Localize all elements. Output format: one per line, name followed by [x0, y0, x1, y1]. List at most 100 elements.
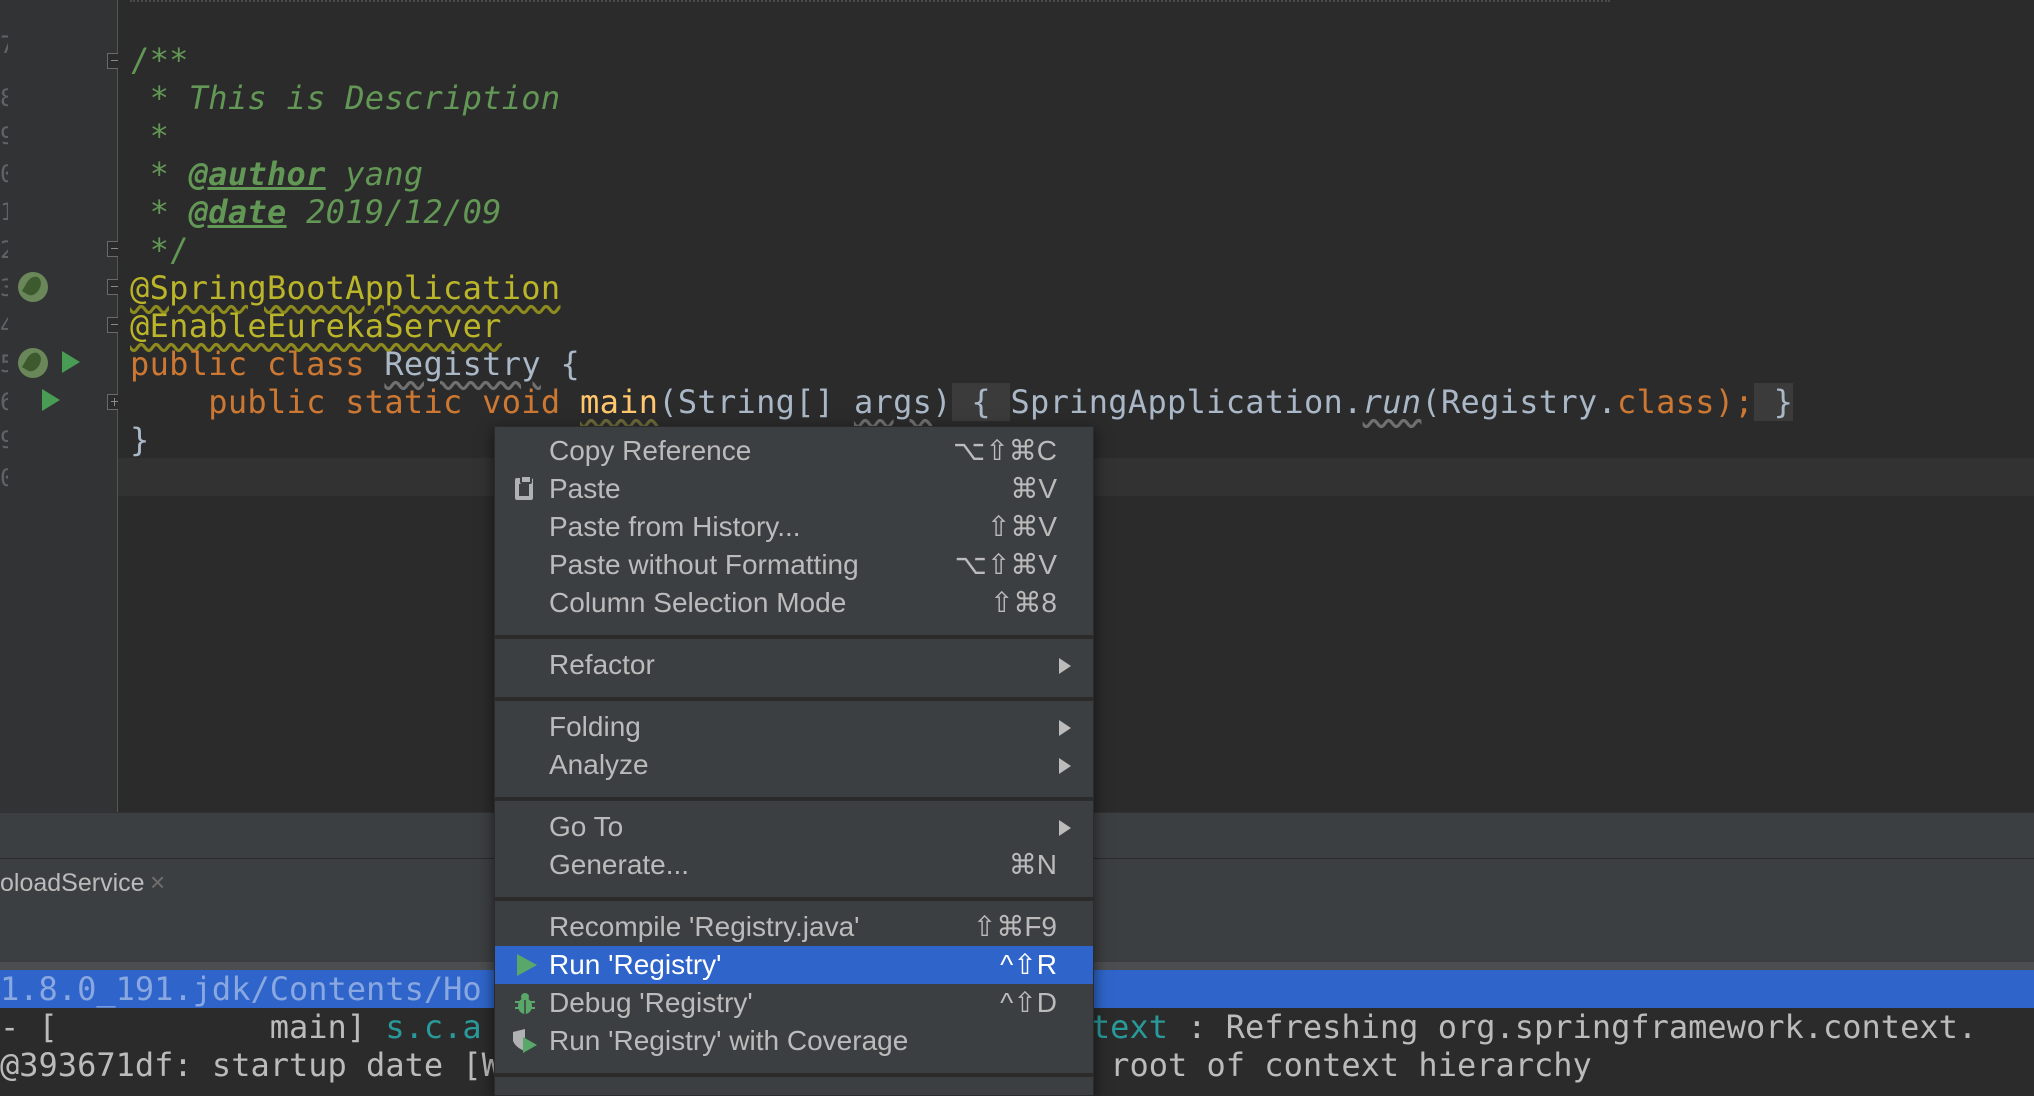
submenu-arrow-icon: [1059, 658, 1071, 674]
line-number: 2: [0, 236, 8, 264]
menu-separator: [495, 635, 1093, 639]
line-number: 0: [0, 464, 8, 492]
javadoc-prefix: *: [130, 155, 189, 193]
code-text: SpringApplication.: [1010, 383, 1363, 421]
line-number: 0: [0, 160, 8, 188]
menu-separator: [495, 697, 1093, 701]
editor-context-menu: Copy Reference ⌥⇧⌘C Paste ⌘V Paste from …: [494, 426, 1094, 1096]
annotation-enableeurekaserver: @EnableEurekaServer: [130, 307, 502, 345]
menu-item-folding[interactable]: Folding: [495, 708, 1093, 746]
class-name: Registry: [384, 345, 541, 383]
javadoc-description: * This is Description: [130, 79, 561, 117]
menu-item-label: Paste without Formatting: [549, 549, 859, 580]
menu-item-paste-from-history[interactable]: Paste from History... ⇧⌘V: [495, 508, 1093, 546]
menu-separator: [495, 1073, 1093, 1077]
menu-item-label: Recompile 'Registry.java': [549, 911, 860, 942]
console-text: root of context hierarchy: [1090, 1046, 1592, 1084]
menu-item-label: Column Selection Mode: [549, 587, 847, 618]
javadoc-prefix: *: [130, 193, 189, 231]
console-text: @393671df: startup date [W: [0, 1046, 501, 1084]
keyword: public static void: [130, 383, 581, 421]
line-number: 5: [0, 350, 8, 378]
params: (String[]: [658, 383, 854, 421]
run-gutter-icon[interactable]: [42, 389, 60, 411]
keyword: public class: [130, 345, 385, 383]
line-number: 1: [0, 198, 8, 226]
code-line[interactable]: }: [130, 421, 150, 459]
run-gutter-icon[interactable]: [62, 351, 80, 373]
keyword: class: [1617, 383, 1715, 421]
submenu-arrow-icon: [1059, 820, 1071, 836]
menu-item-run[interactable]: Run 'Registry' ^⇧R: [495, 946, 1093, 984]
line-number: 8: [0, 84, 8, 112]
javadoc-close: */: [130, 231, 189, 269]
menu-item-shortcut: ⇧⌘F9: [972, 911, 1057, 942]
code-text: );: [1714, 383, 1754, 421]
menu-item-generate[interactable]: Generate... ⌘N: [495, 846, 1093, 884]
console-line: 1.8.0_191.jdk/Contents/Ho: [0, 970, 482, 1008]
code-line[interactable]: @SpringBootApplication: [130, 269, 560, 307]
line-number: 9: [0, 122, 8, 150]
submenu-arrow-icon: [1059, 758, 1071, 774]
javadoc-date-tag: @date: [188, 193, 287, 231]
separator: [130, 0, 1610, 4]
code-line[interactable]: /**: [130, 41, 189, 79]
menu-item-go-to[interactable]: Go To: [495, 808, 1093, 846]
debug-icon: [515, 993, 535, 1014]
console-logger: s.c.a: [385, 1008, 482, 1046]
code-line[interactable]: @EnableEurekaServer: [130, 307, 502, 345]
menu-item-shortcut: ^⇧R: [1000, 949, 1057, 980]
folded-region-end[interactable]: }: [1754, 383, 1794, 421]
menu-item-run-with-coverage[interactable]: Run 'Registry' with Coverage: [495, 1022, 1093, 1060]
code-line[interactable]: public class Registry {: [130, 345, 580, 383]
brace: }: [130, 421, 150, 459]
line-number: 7: [0, 31, 8, 59]
paste-icon: [515, 475, 533, 500]
menu-item-label: Run 'Registry' with Coverage: [549, 1025, 909, 1056]
menu-item-shortcut: ⌘N: [1008, 849, 1057, 880]
close-icon[interactable]: ×: [150, 867, 165, 898]
line-number: 4: [0, 312, 8, 340]
menu-item-label: Generate...: [549, 849, 690, 880]
code-line[interactable]: */: [130, 231, 189, 269]
menu-item-debug[interactable]: Debug 'Registry' ^⇧D: [495, 984, 1093, 1022]
folded-region-start[interactable]: {: [951, 383, 1011, 421]
spring-bean-icon[interactable]: [18, 272, 48, 302]
menu-item-analyze[interactable]: Analyze: [495, 746, 1093, 784]
javadoc-date-value: 2019/12/09: [286, 193, 502, 231]
menu-item-copy-reference[interactable]: Copy Reference ⌥⇧⌘C: [495, 432, 1093, 470]
menu-separator: [495, 897, 1093, 901]
code-line[interactable]: * @date 2019/12/09: [130, 193, 502, 231]
console-text: : Refreshing org.springframework.context…: [1167, 1008, 1978, 1046]
method-call-run: run: [1362, 383, 1422, 421]
method-name: main: [580, 383, 659, 421]
menu-item-paste[interactable]: Paste ⌘V: [495, 470, 1093, 508]
line-number: 6: [0, 388, 8, 416]
code-line[interactable]: * @author yang: [130, 155, 424, 193]
code-line[interactable]: public static void main(String[] args) {…: [130, 383, 1794, 421]
menu-item-label: Go To: [549, 811, 624, 842]
javadoc-blank: *: [130, 117, 170, 155]
menu-item-shortcut: ⇧⌘8: [989, 587, 1057, 618]
menu-item-shortcut: ⌥⇧⌘C: [953, 435, 1057, 466]
menu-item-label: Analyze: [549, 749, 649, 780]
tab-run-config[interactable]: oloadService: [0, 869, 145, 898]
menu-item-label: Paste: [549, 473, 621, 504]
code-text: (Registry.: [1421, 383, 1618, 421]
menu-item-shortcut: ⇧⌘V: [986, 511, 1057, 542]
menu-item-shortcut: ^⇧D: [1000, 987, 1057, 1018]
menu-item-label: Debug 'Registry': [549, 987, 753, 1018]
param-args: args: [853, 383, 933, 421]
menu-item-refactor[interactable]: Refactor: [495, 646, 1093, 684]
spring-bean-icon[interactable]: [18, 348, 48, 378]
menu-item-paste-without-formatting[interactable]: Paste without Formatting ⌥⇧⌘V: [495, 546, 1093, 584]
code-line[interactable]: *: [130, 117, 169, 155]
menu-item-recompile[interactable]: Recompile 'Registry.java' ⇧⌘F9: [495, 908, 1093, 946]
run-icon: [517, 954, 537, 976]
menu-separator: [495, 797, 1093, 801]
menu-item-column-selection-mode[interactable]: Column Selection Mode ⇧⌘8: [495, 584, 1093, 622]
javadoc-author-tag: @author: [188, 155, 326, 193]
menu-item-label: Folding: [549, 711, 641, 742]
menu-item-label: Refactor: [549, 649, 655, 680]
code-line[interactable]: * This is Description: [130, 79, 561, 117]
